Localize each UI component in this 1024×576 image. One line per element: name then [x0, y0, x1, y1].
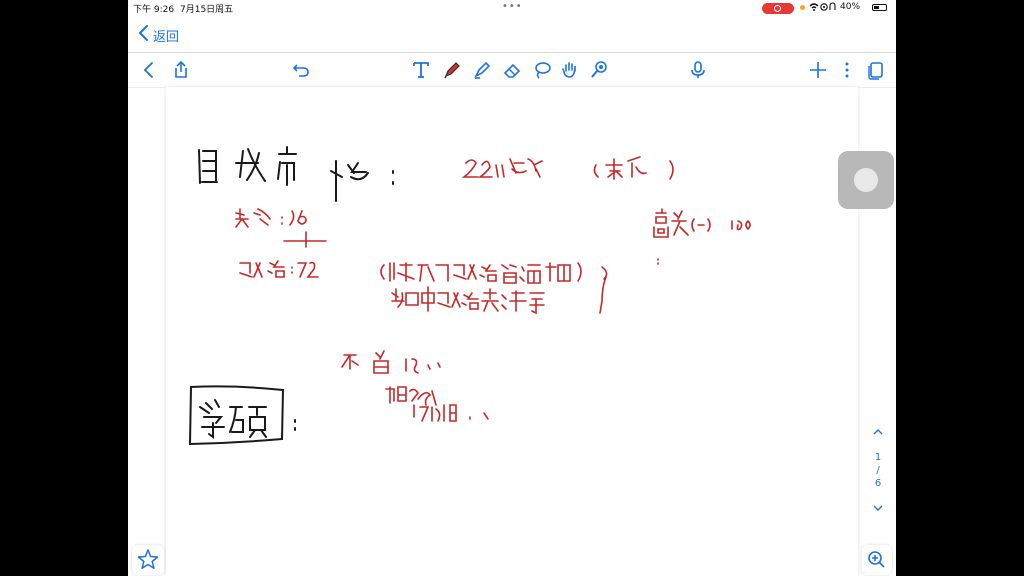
page-up-icon[interactable] [872, 428, 884, 436]
eraser-icon[interactable] [501, 59, 523, 81]
favorite-button[interactable] [132, 545, 164, 575]
page-indicator[interactable]: 1 / 6 [866, 424, 890, 518]
privacy-indicator-icon [800, 5, 805, 10]
share-icon[interactable] [170, 59, 192, 81]
add-icon[interactable] [807, 59, 829, 81]
battery-percent: 40% [840, 2, 861, 12]
more-icon[interactable] [836, 59, 858, 81]
zoom-in-icon[interactable] [862, 545, 892, 575]
laser-pointer-icon[interactable] [588, 59, 610, 81]
toolbar [128, 52, 896, 88]
total-pages: 6 [874, 478, 882, 489]
lasso-icon[interactable] [531, 59, 553, 81]
status-time: 下午 9:26 [133, 5, 175, 15]
undo-icon[interactable] [290, 59, 312, 81]
back-button[interactable]: 返回 [153, 26, 179, 45]
microphone-icon[interactable] [687, 59, 709, 81]
screen: 下午 9:26 7月15日周五 ••• 40% 返回 1 / 6 [128, 0, 896, 576]
current-page: 1 [874, 452, 882, 463]
status-bar: 下午 9:26 7月15日周五 ••• 40% [128, 0, 896, 16]
wifi-icon [808, 1, 836, 16]
text-tool-icon[interactable] [410, 59, 432, 81]
highlighter-icon[interactable] [471, 59, 493, 81]
ink-red [235, 156, 751, 422]
star-icon[interactable] [132, 545, 164, 575]
ink-black [188, 146, 394, 446]
page-separator: / [876, 465, 880, 476]
note-page[interactable] [166, 87, 858, 576]
back-row[interactable]: 返回 [128, 22, 328, 46]
status-date: 7月15日周五 [180, 5, 234, 15]
back-chevron-icon[interactable] [137, 23, 149, 43]
floating-assistive-button[interactable] [838, 151, 894, 209]
pen-icon[interactable] [441, 59, 463, 81]
pages-icon[interactable] [865, 59, 887, 81]
handwritten-ink [188, 146, 751, 446]
screen-recording-icon [762, 3, 794, 14]
zoom-button[interactable] [862, 545, 892, 575]
battery-icon [872, 4, 887, 11]
chevron-left-icon[interactable] [138, 59, 160, 81]
page-down-icon[interactable] [872, 504, 884, 512]
multitask-dots-icon[interactable]: ••• [502, 1, 523, 12]
hand-icon[interactable] [559, 59, 581, 81]
